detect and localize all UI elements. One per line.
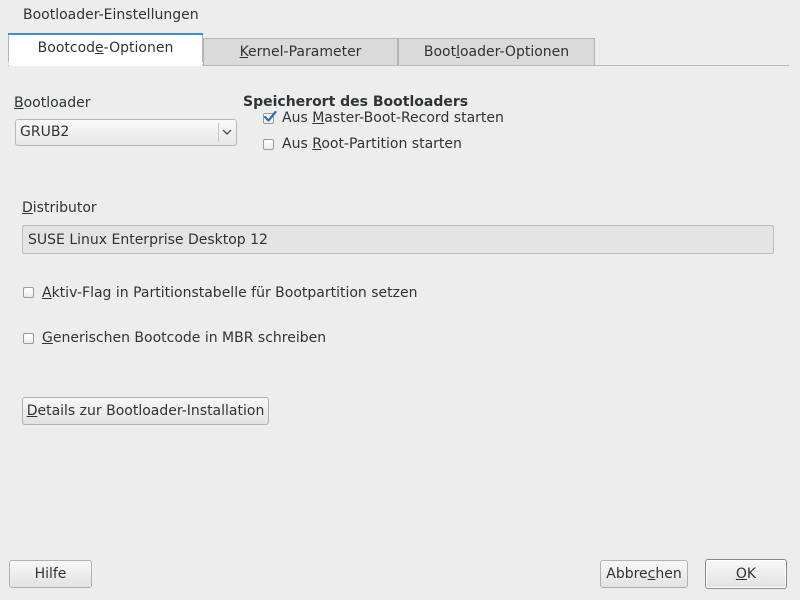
ok-button[interactable]: OK xyxy=(705,559,787,589)
check-icon xyxy=(263,110,277,122)
tab-kernel-parameters[interactable]: Kernel-Parameter xyxy=(203,38,398,65)
cancel-button[interactable]: Abbrechen xyxy=(600,560,688,588)
select-divider xyxy=(218,123,219,142)
bootloader-select[interactable]: GRUB2 xyxy=(15,119,237,146)
tab-label: Bootloader-Optionen xyxy=(423,44,570,60)
bootloader-select-value: GRUB2 xyxy=(20,124,70,140)
distributor-label: Distributor xyxy=(22,200,97,216)
distributor-field-value: SUSE Linux Enterprise Desktop 12 xyxy=(28,232,268,248)
button-label: Hilfe xyxy=(34,566,67,582)
tab-bootloader-options[interactable]: Bootloader-Optionen xyxy=(398,38,595,65)
bootloader-label: Bootloader xyxy=(14,95,91,111)
generic-bootcode-checkbox[interactable] xyxy=(23,333,34,344)
tab-bootcode-options[interactable]: Bootcode-Optionen xyxy=(8,33,203,66)
root-partition-checkbox[interactable] xyxy=(263,139,274,150)
details-bootloader-installation-button[interactable]: Details zur Bootloader-Installation xyxy=(22,397,269,425)
location-heading: Speicherort des Bootloaders xyxy=(243,94,469,110)
mbr-checkbox[interactable] xyxy=(263,110,277,124)
root-partition-checkbox-label[interactable]: Aus Root-Partition starten xyxy=(282,136,462,152)
active-flag-checkbox-label[interactable]: Aktiv-Flag in Partitionstabelle für Boot… xyxy=(42,285,417,301)
dialog-title: Bootloader-Einstellungen xyxy=(23,7,199,23)
tab-label: Kernel-Parameter xyxy=(239,44,362,60)
help-button[interactable]: Hilfe xyxy=(9,560,92,588)
button-label: Details zur Bootloader-Installation xyxy=(26,403,265,419)
tab-label: Bootcode-Optionen xyxy=(37,40,174,56)
chevron-down-icon xyxy=(222,129,232,135)
active-flag-checkbox[interactable] xyxy=(23,287,34,298)
generic-bootcode-checkbox-label[interactable]: Generischen Bootcode in MBR schreiben xyxy=(42,330,326,346)
mbr-checkbox-label[interactable]: Aus Master-Boot-Record starten xyxy=(282,110,504,126)
button-label: OK xyxy=(735,566,757,582)
distributor-field[interactable]: SUSE Linux Enterprise Desktop 12 xyxy=(22,225,774,254)
button-label: Abbrechen xyxy=(606,566,682,582)
